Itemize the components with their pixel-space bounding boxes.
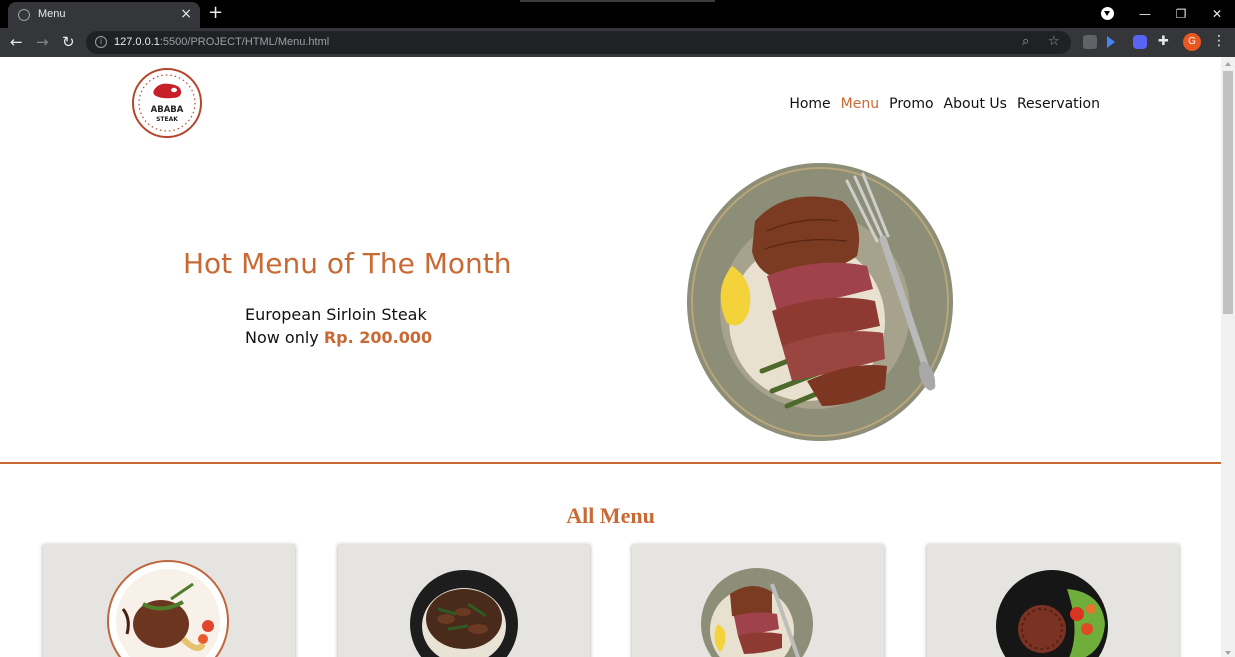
url-text: 127.0.0.1:5500/PROJECT/HTML/Menu.html: [114, 36, 330, 48]
page-viewport: ABABA STEAK Home Menu Promo About Us Res…: [0, 57, 1221, 657]
burger-patty-with-salad-image: [996, 570, 1108, 657]
hero-title: Hot Menu of The Month: [183, 247, 512, 280]
zoom-icon[interactable]: ⌕: [1022, 34, 1029, 49]
window-controls: — ❐ ✕: [1127, 0, 1235, 28]
browser-menu-icon[interactable]: ⋮: [1212, 33, 1226, 49]
scrollbar-thumb[interactable]: [1223, 71, 1233, 314]
extension-icon[interactable]: [1083, 35, 1097, 49]
ababa-steak-logo[interactable]: ABABA STEAK: [132, 68, 202, 138]
hero-steak-plate-image: [687, 163, 953, 441]
globe-icon: [18, 9, 30, 21]
forward-arrow-icon[interactable]: →: [36, 34, 49, 50]
section-divider: [0, 462, 1221, 464]
browser-chrome: Menu × + — ❐ ✕ ← → ↻ i 127.0.0.1:5500/PR…: [0, 0, 1235, 57]
discord-extension-icon[interactable]: [1133, 35, 1147, 49]
profile-avatar[interactable]: G: [1183, 33, 1201, 51]
menu-card[interactable]: [632, 544, 884, 657]
minimize-button[interactable]: —: [1127, 7, 1163, 21]
tab-title: Menu: [38, 8, 66, 20]
hero-dish-name: European Sirloin Steak: [245, 305, 427, 324]
close-window-button[interactable]: ✕: [1199, 7, 1235, 21]
nav-promo[interactable]: Promo: [889, 96, 933, 112]
main-nav: Home Menu Promo About Us Reservation: [789, 96, 1100, 112]
reload-icon[interactable]: ↻: [62, 34, 75, 50]
puzzle-extensions-icon[interactable]: ✚: [1158, 34, 1169, 50]
browser-tab[interactable]: Menu ×: [8, 2, 200, 28]
play-extension-icon[interactable]: [1107, 36, 1115, 48]
hero-price-line: Now only Rp. 200.000: [245, 328, 433, 347]
beef-rice-bowl-image: [410, 570, 518, 657]
hero-description: European Sirloin Steak Now only Rp. 200.…: [245, 303, 432, 349]
window-drag-area: [520, 0, 715, 2]
media-control-icon[interactable]: [1101, 7, 1114, 20]
bookmark-star-icon[interactable]: ☆: [1048, 34, 1060, 49]
site-info-icon[interactable]: i: [95, 36, 107, 48]
scroll-down-arrow-icon[interactable]: [1225, 651, 1231, 655]
tab-close-button[interactable]: ×: [180, 6, 192, 22]
new-tab-button[interactable]: +: [208, 3, 223, 23]
maximize-button[interactable]: ❐: [1163, 7, 1199, 21]
menu-card[interactable]: [927, 544, 1179, 657]
sliced-steak-plate-image: [701, 568, 813, 657]
tab-strip: Menu × + — ❐ ✕: [0, 0, 1235, 28]
address-bar[interactable]: i 127.0.0.1:5500/PROJECT/HTML/Menu.html …: [86, 31, 1071, 54]
svg-text:STEAK: STEAK: [156, 116, 178, 123]
svg-text:ABABA: ABABA: [151, 105, 184, 115]
menu-card[interactable]: [43, 544, 295, 657]
page-scrollbar[interactable]: [1221, 57, 1235, 657]
nav-about-us[interactable]: About Us: [944, 96, 1007, 112]
back-arrow-icon[interactable]: ←: [10, 34, 23, 50]
nav-menu[interactable]: Menu: [841, 96, 879, 112]
nav-reservation[interactable]: Reservation: [1017, 96, 1100, 112]
menu-card[interactable]: [338, 544, 590, 657]
steak-plate-with-vegetables-image: [107, 560, 229, 657]
browser-toolbar: ← → ↻ i 127.0.0.1:5500/PROJECT/HTML/Menu…: [0, 28, 1235, 57]
all-menu-title: All Menu: [566, 503, 655, 528]
nav-home[interactable]: Home: [789, 96, 830, 112]
hero-price: Rp. 200.000: [323, 328, 433, 347]
scroll-up-arrow-icon[interactable]: [1225, 62, 1231, 66]
